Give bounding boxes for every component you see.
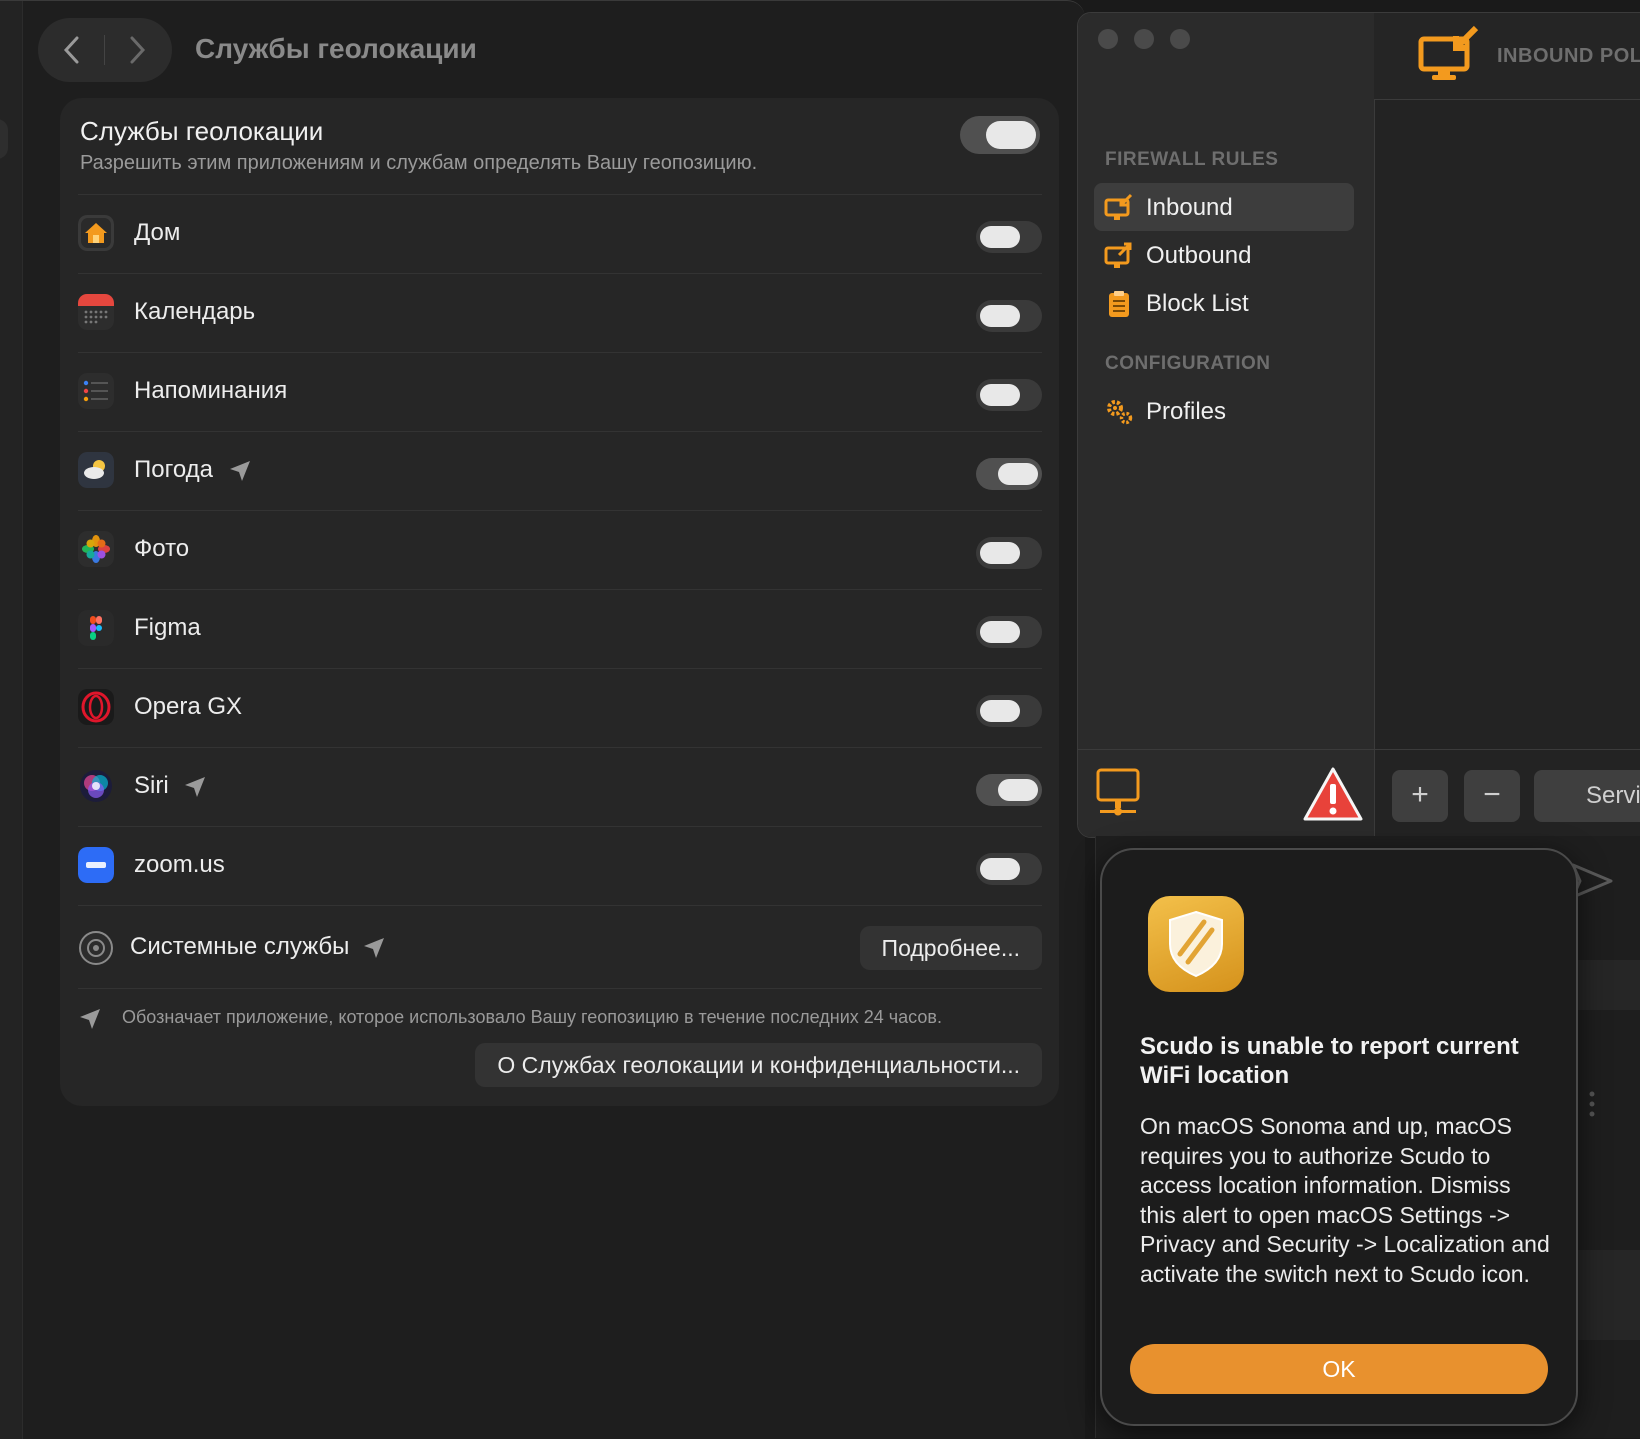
app-row-weather: Погода [78, 431, 1042, 510]
close-window-button[interactable] [1098, 29, 1118, 49]
inbound-icon [1418, 25, 1479, 80]
app-name: Погода [134, 456, 213, 483]
outbound-icon [1104, 242, 1132, 268]
weather-icon [78, 452, 114, 488]
calendar-toggle[interactable] [976, 300, 1042, 332]
app-row-siri: Siri [78, 747, 1042, 826]
zoom-toggle[interactable] [976, 853, 1042, 885]
firewall-sidebar: FIREWALL RULES Inbound Outbound Block Li… [1078, 13, 1375, 837]
home-toggle[interactable] [976, 221, 1042, 253]
app-name: Фото [134, 535, 190, 562]
calendar-icon [78, 294, 114, 330]
app-row-calendar: Календарь [78, 273, 1042, 352]
location-arrow-icon [364, 938, 384, 958]
figma-toggle[interactable] [976, 616, 1042, 648]
siri-icon [78, 768, 114, 804]
legend-text: Обозначает приложение, которое использов… [122, 1007, 942, 1027]
app-row-home: Дом [78, 194, 1042, 273]
sidebar-edge [0, 1, 23, 1439]
master-toggle[interactable] [960, 116, 1040, 154]
legend: Обозначает приложение, которое использов… [78, 999, 1042, 1039]
warning-icon[interactable] [1302, 766, 1364, 822]
network-computer-icon[interactable] [1096, 768, 1140, 818]
firewall-toolbar: + − Servi [1374, 749, 1640, 837]
location-services-panel: Службы геолокации Разрешить этим приложе… [60, 98, 1059, 1106]
app-row-photos: Фото [78, 510, 1042, 589]
sidebar-item-block-list[interactable]: Block List [1094, 279, 1354, 327]
sidebar-item-label: Outbound [1146, 242, 1252, 269]
app-name: Напоминания [134, 377, 288, 404]
app-name: Календарь [134, 298, 256, 325]
details-button[interactable]: Подробнее... [859, 926, 1042, 970]
app-row-zoom: zoom.us [78, 826, 1042, 905]
photos-toggle[interactable] [976, 537, 1042, 569]
location-arrow-icon [80, 1009, 100, 1029]
alert-message: On macOS Sonoma and up, macOS requires y… [1140, 1113, 1550, 1287]
header-title: INBOUND POL [1497, 45, 1640, 67]
sidebar-item-label: Profiles [1146, 398, 1227, 425]
zoom-icon [78, 847, 114, 883]
services-button[interactable]: Servi [1534, 770, 1640, 822]
gears-icon [1107, 400, 1133, 425]
inbound-icon [1104, 193, 1133, 220]
app-list: Дом Календарь Напоминания Погода Фото Fi… [78, 194, 1042, 989]
forward-button[interactable] [105, 18, 171, 82]
opera-gx-icon [78, 689, 114, 725]
section-configuration: CONFIGURATION [1105, 353, 1271, 374]
app-name: Figma [134, 614, 201, 641]
location-arrow-icon [230, 461, 250, 481]
system-services-row: Системные службы Подробнее... [78, 905, 1042, 989]
app-name: zoom.us [134, 851, 225, 878]
chevron-left-icon [63, 36, 79, 64]
sidebar-item-profiles[interactable]: Profiles [1094, 387, 1354, 435]
reminders-toggle[interactable] [976, 379, 1042, 411]
master-subtitle: Разрешить этим приложениям и службам опр… [80, 152, 758, 174]
photos-icon [78, 531, 114, 567]
reminders-icon [78, 373, 114, 409]
app-name: Дом [134, 219, 181, 246]
settings-window: Службы геолокации Службы геолокации Разр… [0, 0, 1085, 1439]
siri-toggle[interactable] [976, 774, 1042, 806]
more-icon [1589, 1091, 1595, 1117]
block-list-icon [1109, 291, 1129, 317]
minimize-window-button[interactable] [1134, 29, 1154, 49]
section-firewall-rules: FIREWALL RULES [1105, 149, 1279, 170]
app-row-figma: Figma [78, 589, 1042, 668]
alert-dialog: Scudo is unable to report current WiFi l… [1100, 848, 1578, 1426]
ok-button[interactable]: OK [1130, 1344, 1548, 1394]
back-button[interactable] [38, 18, 104, 82]
page-title: Службы геолокации [195, 33, 477, 64]
sidebar-footer [1078, 749, 1374, 837]
alert-title: Scudo is unable to report current WiFi l… [1140, 1033, 1519, 1089]
location-arrow-icon [185, 777, 205, 797]
app-name: Siri [134, 772, 169, 799]
about-location-privacy-button[interactable]: О Службах геолокации и конфиденциальност… [475, 1043, 1042, 1087]
add-button[interactable]: + [1392, 770, 1448, 822]
app-row-opera: Opera GX [78, 668, 1042, 747]
chevron-right-icon [130, 36, 146, 64]
window-controls [1098, 29, 1190, 49]
zoom-window-button[interactable] [1170, 29, 1190, 49]
opera-toggle[interactable] [976, 695, 1042, 727]
figma-icon [78, 610, 114, 646]
app-row-reminders: Напоминания [78, 352, 1042, 431]
sidebar-item-label: Inbound [1146, 194, 1233, 221]
gear-icon [79, 931, 113, 965]
sidebar-item-inbound[interactable]: Inbound [1094, 183, 1354, 231]
system-services-label: Системные службы [130, 933, 350, 960]
firewall-window: FIREWALL RULES Inbound Outbound Block Li… [1077, 12, 1640, 838]
firewall-header: INBOUND POL [1374, 13, 1640, 100]
sidebar-item-label: Block List [1146, 290, 1249, 317]
remove-button[interactable]: − [1464, 770, 1520, 822]
scudo-shield-icon [1148, 896, 1244, 992]
sidebar-item-outbound[interactable]: Outbound [1094, 231, 1354, 279]
nav-buttons [38, 18, 172, 82]
weather-toggle[interactable] [976, 458, 1042, 490]
home-icon [78, 215, 114, 251]
master-title: Службы геолокации [80, 116, 324, 146]
app-name: Opera GX [134, 693, 243, 720]
master-row: Службы геолокации Разрешить этим приложе… [80, 116, 1040, 196]
